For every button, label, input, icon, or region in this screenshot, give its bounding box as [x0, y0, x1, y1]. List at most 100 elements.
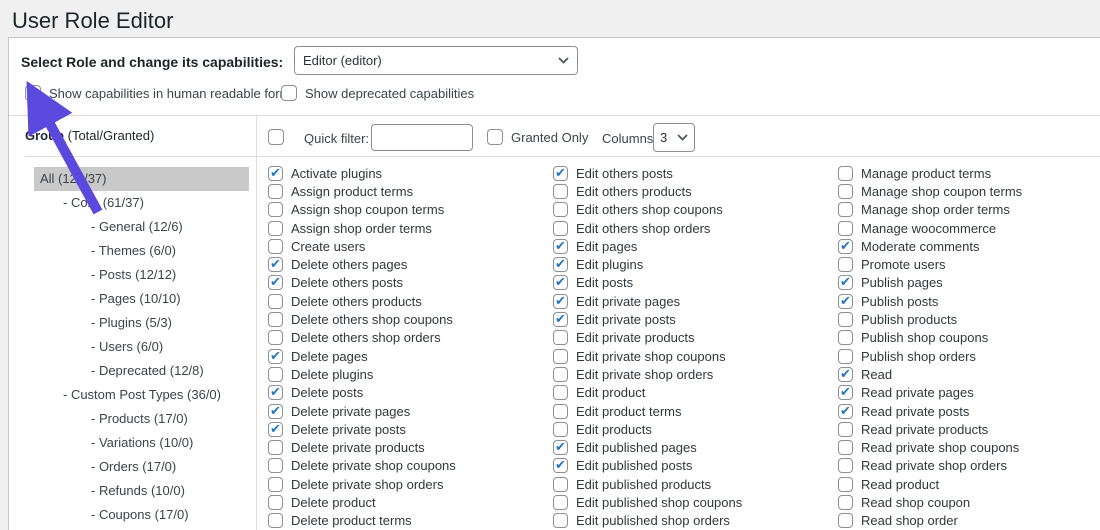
capability-checkbox[interactable] — [268, 275, 283, 290]
capability-item[interactable]: Delete others shop orders — [268, 329, 548, 347]
capability-checkbox[interactable] — [553, 257, 568, 272]
deprecated-checkbox[interactable] — [281, 85, 297, 101]
capability-checkbox[interactable] — [553, 221, 568, 236]
sidebar-item[interactable]: - Posts (12/12) — [34, 263, 256, 287]
capability-item[interactable]: Delete private products — [268, 438, 548, 456]
capability-item[interactable]: Publish products — [838, 310, 1100, 328]
capability-item[interactable]: Activate plugins — [268, 164, 548, 182]
sidebar-item[interactable]: - Core (61/37) — [34, 191, 256, 215]
capability-checkbox[interactable] — [553, 239, 568, 254]
capability-item[interactable]: Edit private products — [553, 329, 833, 347]
capability-checkbox[interactable] — [838, 239, 853, 254]
capability-item[interactable]: Create users — [268, 237, 548, 255]
capability-checkbox[interactable] — [268, 221, 283, 236]
capability-checkbox[interactable] — [838, 349, 853, 364]
capability-checkbox[interactable] — [268, 312, 283, 327]
capability-checkbox[interactable] — [838, 477, 853, 492]
capability-item[interactable]: Edit published products — [553, 475, 833, 493]
capability-item[interactable]: Delete others shop coupons — [268, 310, 548, 328]
capability-item[interactable]: Assign product terms — [268, 182, 548, 200]
capability-checkbox[interactable] — [553, 495, 568, 510]
sidebar-item[interactable]: - Themes (6/0) — [34, 239, 256, 263]
capability-item[interactable]: Manage product terms — [838, 164, 1100, 182]
capability-item[interactable]: Publish shop orders — [838, 347, 1100, 365]
sidebar-item[interactable]: - Coupons (17/0) — [34, 503, 256, 527]
capability-item[interactable]: Promote users — [838, 255, 1100, 273]
capability-checkbox[interactable] — [268, 349, 283, 364]
sidebar-item[interactable]: - Users (6/0) — [34, 335, 256, 359]
granted-only-checkbox[interactable] — [487, 129, 503, 145]
capability-checkbox[interactable] — [553, 477, 568, 492]
granted-only-option[interactable]: Granted Only — [487, 129, 588, 145]
capability-item[interactable]: Edit published shop coupons — [553, 493, 833, 511]
capability-checkbox[interactable] — [838, 184, 853, 199]
capability-item[interactable]: Publish posts — [838, 292, 1100, 310]
capability-item[interactable]: Edit others posts — [553, 164, 833, 182]
capability-item[interactable]: Assign shop order terms — [268, 219, 548, 237]
capability-checkbox[interactable] — [553, 184, 568, 199]
capability-item[interactable]: Read private shop coupons — [838, 438, 1100, 456]
capability-item[interactable]: Read shop order — [838, 512, 1100, 530]
capability-checkbox[interactable] — [838, 404, 853, 419]
capability-item[interactable]: Read private products — [838, 420, 1100, 438]
capability-checkbox[interactable] — [268, 202, 283, 217]
sidebar-item[interactable]: - Deprecated (12/8) — [34, 359, 256, 383]
capability-item[interactable]: Delete others pages — [268, 255, 548, 273]
deprecated-option[interactable]: Show deprecated capabilities — [281, 84, 474, 102]
human-readable-checkbox[interactable] — [25, 85, 41, 101]
capability-checkbox[interactable] — [838, 495, 853, 510]
capability-checkbox[interactable] — [838, 257, 853, 272]
capability-checkbox[interactable] — [553, 166, 568, 181]
capability-checkbox[interactable] — [838, 422, 853, 437]
capability-checkbox[interactable] — [268, 404, 283, 419]
capability-checkbox[interactable] — [838, 385, 853, 400]
capability-item[interactable]: Delete private shop coupons — [268, 457, 548, 475]
capability-checkbox[interactable] — [268, 184, 283, 199]
capability-checkbox[interactable] — [838, 275, 853, 290]
capability-checkbox[interactable] — [268, 495, 283, 510]
role-select[interactable]: Editor (editor) — [294, 46, 578, 75]
sidebar-item[interactable]: - Orders (17/0) — [34, 455, 256, 479]
capability-item[interactable]: Read product — [838, 475, 1100, 493]
capability-item[interactable]: Edit product terms — [553, 402, 833, 420]
sidebar-item[interactable]: - Plugins (5/3) — [34, 311, 256, 335]
capability-checkbox[interactable] — [268, 477, 283, 492]
capability-checkbox[interactable] — [553, 422, 568, 437]
capability-item[interactable]: Edit posts — [553, 274, 833, 292]
capability-item[interactable]: Publish pages — [838, 274, 1100, 292]
capability-checkbox[interactable] — [553, 330, 568, 345]
capability-checkbox[interactable] — [838, 221, 853, 236]
capability-item[interactable]: Delete others products — [268, 292, 548, 310]
capability-item[interactable]: Edit published shop orders — [553, 512, 833, 530]
capability-checkbox[interactable] — [553, 385, 568, 400]
capability-checkbox[interactable] — [553, 440, 568, 455]
capability-checkbox[interactable] — [838, 367, 853, 382]
sidebar-item[interactable]: - General (12/6) — [34, 215, 256, 239]
capability-checkbox[interactable] — [553, 349, 568, 364]
capability-item[interactable]: Delete product — [268, 493, 548, 511]
capability-item[interactable]: Edit others shop coupons — [553, 201, 833, 219]
capability-checkbox[interactable] — [268, 367, 283, 382]
capability-item[interactable]: Delete others posts — [268, 274, 548, 292]
sidebar-item[interactable]: - Refunds (10/0) — [34, 479, 256, 503]
capability-checkbox[interactable] — [838, 513, 853, 528]
capability-item[interactable]: Manage shop order terms — [838, 201, 1100, 219]
capability-checkbox[interactable] — [268, 330, 283, 345]
sidebar-item[interactable]: - Products (17/0) — [34, 407, 256, 431]
sidebar-item[interactable]: - Custom Post Types (36/0) — [34, 383, 256, 407]
capability-checkbox[interactable] — [553, 404, 568, 419]
sidebar-item[interactable]: - Variations (10/0) — [34, 431, 256, 455]
capability-item[interactable]: Edit private shop coupons — [553, 347, 833, 365]
capability-checkbox[interactable] — [838, 294, 853, 309]
capability-item[interactable]: Manage shop coupon terms — [838, 182, 1100, 200]
select-all-checkbox[interactable] — [268, 129, 284, 145]
capability-checkbox[interactable] — [553, 294, 568, 309]
capability-checkbox[interactable] — [268, 166, 283, 181]
capability-checkbox[interactable] — [553, 202, 568, 217]
capability-item[interactable]: Edit private shop orders — [553, 365, 833, 383]
capability-item[interactable]: Edit products — [553, 420, 833, 438]
capability-item[interactable]: Edit others products — [553, 182, 833, 200]
capability-checkbox[interactable] — [838, 202, 853, 217]
capability-item[interactable]: Edit private pages — [553, 292, 833, 310]
capability-item[interactable]: Moderate comments — [838, 237, 1100, 255]
